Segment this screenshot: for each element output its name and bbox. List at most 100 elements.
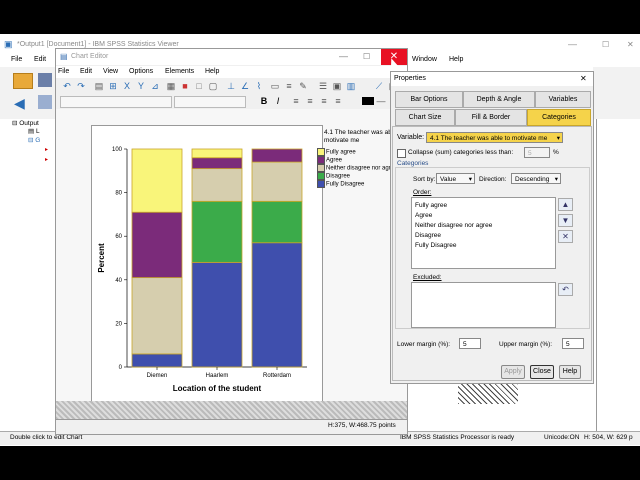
x-axis-icon[interactable]: X <box>122 81 132 91</box>
tree-chart-item[interactable]: ▸ <box>45 146 48 153</box>
forward-icon[interactable] <box>38 95 52 109</box>
align-justify-icon[interactable]: ≡ <box>333 96 343 106</box>
minimize-icon[interactable]: — <box>568 39 577 49</box>
legend-item[interactable]: Fully Disagree <box>317 180 364 188</box>
viewer-menu-window[interactable]: Window <box>412 56 437 63</box>
tree-output-node[interactable]: ⊟ Output <box>12 119 39 127</box>
ce-menu-edit[interactable]: Edit <box>80 68 92 75</box>
close-icon[interactable]: ✕ <box>627 40 634 49</box>
y-axis-icon[interactable]: Y <box>136 81 146 91</box>
footnote-icon[interactable]: ≡ <box>284 81 294 91</box>
maximize-icon[interactable]: ☐ <box>602 40 609 49</box>
lower-margin-field[interactable]: 5 <box>459 338 481 349</box>
chart-editor-title: Chart Editor <box>71 53 109 60</box>
legend-item[interactable]: Disagree <box>317 172 350 180</box>
chart-plot-frame[interactable]: 0 20 40 60 80 100 Diemen Haarlem Rotterdam Locati… <box>91 125 323 417</box>
list-item[interactable]: Agree <box>415 212 432 219</box>
order-list[interactable]: Fully agree Agree Neither disagree nor a… <box>411 197 556 269</box>
ce-menu-options[interactable]: Options <box>129 68 153 75</box>
frame-icon[interactable]: ▢ <box>208 81 218 91</box>
viewer-menu-edit[interactable]: Edit <box>34 56 46 63</box>
scale-icon[interactable]: ⊿ <box>150 81 160 91</box>
save-icon[interactable] <box>38 73 52 87</box>
collapse-checkbox[interactable] <box>397 149 406 158</box>
viewer-menu-help[interactable]: Help <box>449 56 463 63</box>
ce-menu-help[interactable]: Help <box>205 68 219 75</box>
help-button[interactable]: Help <box>559 365 581 379</box>
viewer-toolbar: ◀ <box>0 67 58 119</box>
list-item[interactable]: Disagree <box>415 232 441 239</box>
x-tick-label: Rotterdam <box>263 373 291 379</box>
chart-editor-title-bar: ▤ Chart Editor — ☐ ✕ <box>56 49 407 65</box>
tab-variables[interactable]: Variables <box>535 91 591 108</box>
color-swatch[interactable] <box>362 97 374 105</box>
stacked-bar-chart[interactable]: 0 20 40 60 80 100 Diemen Haarlem RotterdamLocati… <box>92 126 322 416</box>
exclude-icon[interactable]: ✕ <box>558 230 573 243</box>
apply-button[interactable]: Apply <box>501 365 525 379</box>
color-fill-icon[interactable]: ■ <box>180 81 190 91</box>
undo-icon[interactable]: ↶ <box>62 81 72 91</box>
upper-margin-field[interactable]: 5 <box>562 338 584 349</box>
ce-minimize-icon[interactable]: — <box>339 51 348 61</box>
ce-menu-elements[interactable]: Elements <box>165 68 194 75</box>
border-icon[interactable]: □ <box>194 81 204 91</box>
legend-icon[interactable]: ☰ <box>318 81 328 91</box>
align-center-icon[interactable]: ≡ <box>305 96 315 106</box>
tab-bar-options[interactable]: Bar Options <box>395 91 463 108</box>
editor-hatched-area <box>56 401 407 419</box>
list-item[interactable]: Neither disagree nor agree <box>415 222 492 229</box>
legend-label: Fully agree <box>326 149 356 156</box>
legend-item[interactable]: Neither disagree nor agr <box>317 164 391 172</box>
legend-item[interactable]: Fully agree <box>317 148 356 156</box>
data-label-icon[interactable]: ▣ <box>332 81 342 91</box>
tab-depth-angle[interactable]: Depth & Angle <box>463 91 535 108</box>
x-tick-label: Haarlem <box>206 373 229 379</box>
italic-icon[interactable]: I <box>273 96 283 106</box>
fit-line-icon[interactable]: ∠ <box>240 81 250 91</box>
bar-chart-icon[interactable]: ▥ <box>346 81 356 91</box>
reference-line-icon[interactable]: ⊥ <box>226 81 236 91</box>
chart-xy-icon[interactable]: ⊞ <box>108 81 118 91</box>
excluded-label: Excluded: <box>413 274 442 281</box>
font-size-combo[interactable] <box>174 96 246 108</box>
restore-icon[interactable]: ↶ <box>558 283 573 296</box>
redo-icon[interactable]: ↷ <box>76 81 86 91</box>
direction-select[interactable]: Descending ▾ <box>511 173 561 184</box>
ce-maximize-icon[interactable]: ☐ <box>363 52 370 61</box>
open-folder-icon[interactable] <box>13 73 33 89</box>
list-item[interactable]: Fully Disagree <box>415 242 457 249</box>
properties-close-icon[interactable]: ✕ <box>580 74 587 83</box>
ce-menu-view[interactable]: View <box>103 68 118 75</box>
align-right-icon[interactable]: ≡ <box>319 96 329 106</box>
tab-chart-size[interactable]: Chart Size <box>395 109 455 126</box>
move-down-icon[interactable]: ▼ <box>558 214 573 227</box>
tree-chart-item-2[interactable]: ▸ <box>45 156 48 163</box>
move-up-icon[interactable]: ▲ <box>558 198 573 211</box>
properties-icon[interactable]: ▤ <box>94 81 104 91</box>
legend-swatch <box>317 156 325 164</box>
annotation-icon[interactable]: ✎ <box>298 81 308 91</box>
ce-menu-file[interactable]: File <box>58 68 69 75</box>
tree-log-node[interactable]: ▤ L <box>28 127 40 135</box>
list-item[interactable]: Fully agree <box>415 202 447 209</box>
viewer-menu-file[interactable]: File <box>11 56 22 63</box>
line-chart-icon[interactable]: ⟋ <box>374 81 384 91</box>
tab-fill-border[interactable]: Fill & Border <box>455 109 527 126</box>
interpolation-icon[interactable]: ⌇ <box>254 81 264 91</box>
textbox-icon[interactable]: ▭ <box>270 81 280 91</box>
tree-graph-node[interactable]: ⊟ G <box>28 136 40 144</box>
variable-select[interactable]: 4.1 The teacher was able to motivate me ▾ <box>426 132 563 143</box>
direction-label: Direction: <box>479 176 507 183</box>
close-button[interactable]: Close <box>530 365 554 379</box>
line-style-icon[interactable]: ― <box>376 96 386 106</box>
excluded-list[interactable] <box>411 282 556 328</box>
tab-categories[interactable]: Categories <box>527 109 591 126</box>
align-left-icon[interactable]: ≡ <box>291 96 301 106</box>
bold-icon[interactable]: B <box>259 96 269 106</box>
font-family-combo[interactable] <box>60 96 172 108</box>
sortby-select[interactable]: Value ▾ <box>436 173 475 184</box>
collapse-value-field[interactable]: 5 <box>524 147 550 158</box>
legend-item[interactable]: Agree <box>317 156 342 164</box>
highlight-icon[interactable]: ▦ <box>166 81 176 91</box>
back-arrow-icon[interactable]: ◀ <box>14 95 25 112</box>
